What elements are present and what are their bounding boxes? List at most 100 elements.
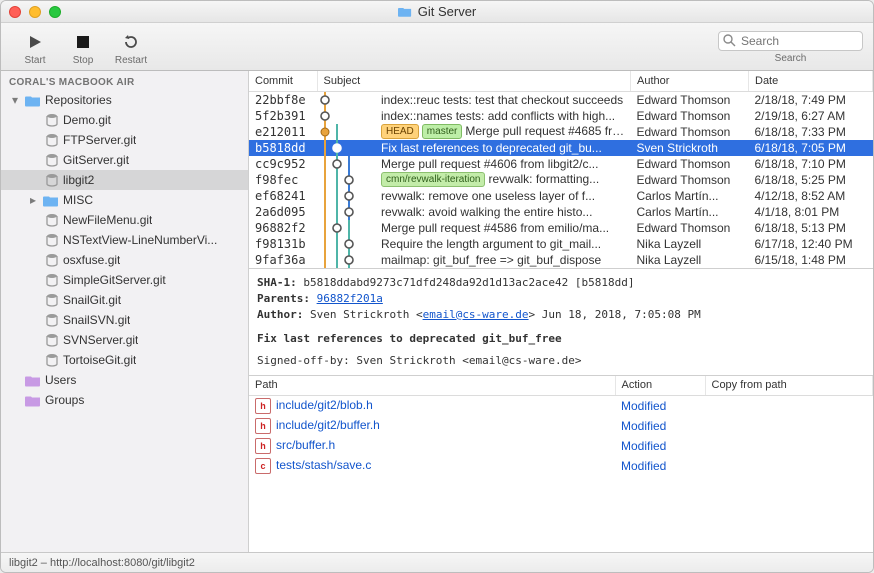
commit-author: Nika Layzell — [631, 252, 749, 268]
table-row[interactable]: 2a6d095revwalk: avoid walking the entire… — [249, 204, 873, 220]
sidebar-item-repo[interactable]: osxfuse.git — [1, 250, 248, 270]
commit-graph — [317, 172, 375, 188]
stop-icon — [76, 30, 90, 54]
table-row[interactable]: 22bbf8eindex::reuc tests: test that chec… — [249, 91, 873, 108]
maximize-button[interactable] — [49, 6, 61, 18]
sidebar[interactable]: CORAL'S MACBOOK AIR ▾ Repositories Demo.… — [1, 71, 249, 552]
sidebar-item-repo[interactable]: FTPServer.git — [1, 130, 248, 150]
sidebar-item-label: NewFileMenu.git — [63, 213, 152, 227]
file-path: hinclude/git2/blob.h — [249, 396, 615, 417]
database-icon — [45, 313, 59, 327]
table-row[interactable]: e212011HEADmasterMerge pull request #468… — [249, 124, 873, 140]
stop-button[interactable]: Stop — [59, 30, 107, 66]
sidebar-item-groups[interactable]: Groups — [1, 390, 248, 410]
table-row[interactable]: hsrc/buffer.hModified — [249, 436, 873, 456]
sidebar-item-repo[interactable]: TortoiseGit.git — [1, 350, 248, 370]
file-path: hsrc/buffer.h — [249, 436, 615, 456]
col-date[interactable]: Date — [749, 71, 873, 91]
col-subject[interactable]: Subject — [317, 71, 631, 91]
chevron-down-icon[interactable]: ▾ — [9, 93, 21, 107]
table-row[interactable]: b5818ddFix last references to deprecated… — [249, 140, 873, 156]
ref-tag: master — [422, 124, 463, 139]
sha-label: SHA-1: — [257, 276, 297, 289]
sidebar-item-label: MISC — [63, 193, 93, 207]
table-row[interactable]: 5f2b391index::names tests: add conflicts… — [249, 108, 873, 124]
sidebar-item-users[interactable]: Users — [1, 370, 248, 390]
commit-date: 6/18/18, 7:33 PM — [749, 124, 873, 140]
folder-icon — [398, 6, 412, 17]
table-row[interactable]: ef68241revwalk: remove one useless layer… — [249, 188, 873, 204]
commit-date: 6/18/18, 5:25 PM — [749, 172, 873, 188]
table-row[interactable]: 9faf36amailmap: git_buf_free => git_buf_… — [249, 252, 873, 268]
search-input[interactable] — [718, 31, 863, 51]
folder-icon — [25, 374, 41, 387]
commit-table[interactable]: Commit Subject Author Date 22bbf8eindex:… — [249, 71, 873, 268]
table-row[interactable]: hinclude/git2/blob.hModified — [249, 396, 873, 417]
sidebar-header: CORAL'S MACBOOK AIR — [1, 71, 248, 90]
table-row[interactable]: ctests/stash/save.cModified — [249, 456, 873, 476]
content: Commit Subject Author Date 22bbf8eindex:… — [249, 71, 873, 552]
file-action: Modified — [615, 396, 705, 417]
commit-graph — [317, 124, 375, 140]
commit-date: 2/19/18, 6:27 AM — [749, 108, 873, 124]
chevron-right-icon[interactable]: ▸ — [27, 193, 39, 207]
sidebar-item-repo[interactable]: NSTextView-LineNumberVi... — [1, 230, 248, 250]
main: CORAL'S MACBOOK AIR ▾ Repositories Demo.… — [1, 71, 873, 552]
commit-hash: 96882f2 — [249, 220, 317, 236]
sidebar-item-repositories[interactable]: ▾ Repositories — [1, 90, 248, 110]
restart-button[interactable]: Restart — [107, 30, 155, 66]
search-group: Search — [718, 31, 863, 64]
sidebar-item-folder[interactable]: ▸ MISC — [1, 190, 248, 210]
database-icon — [45, 133, 59, 147]
table-row[interactable]: f98feccmn/revwalk-iterationrevwalk: form… — [249, 172, 873, 188]
commit-author: Nika Layzell — [631, 236, 749, 252]
folder-icon — [25, 94, 41, 107]
col-path[interactable]: Path — [249, 376, 615, 396]
start-button[interactable]: Start — [11, 30, 59, 66]
restart-label: Restart — [115, 55, 147, 66]
sidebar-item-repo-selected[interactable]: libgit2 — [1, 170, 248, 190]
col-action[interactable]: Action — [615, 376, 705, 396]
commit-subject: revwalk: remove one useless layer of f..… — [375, 188, 631, 204]
table-row[interactable]: f98131bRequire the length argument to gi… — [249, 236, 873, 252]
col-copy[interactable]: Copy from path — [705, 376, 873, 396]
window-title-text: Git Server — [418, 4, 477, 19]
sidebar-item-label: libgit2 — [63, 173, 94, 187]
commit-author: Sven Strickroth — [631, 140, 749, 156]
table-row[interactable]: cc9c952Merge pull request #4606 from lib… — [249, 156, 873, 172]
close-button[interactable] — [9, 6, 21, 18]
window: Git Server Start Stop Restart Search COR… — [0, 0, 874, 573]
sidebar-item-label: SimpleGitServer.git — [63, 273, 166, 287]
table-header-row: Path Action Copy from path — [249, 376, 873, 396]
commit-subject: Fix last references to deprecated git_bu… — [375, 140, 631, 156]
sidebar-item-label: SnailGit.git — [63, 293, 121, 307]
sidebar-item-repo[interactable]: SVNServer.git — [1, 330, 248, 350]
files-table[interactable]: Path Action Copy from path hinclude/git2… — [249, 376, 873, 477]
sidebar-item-repo[interactable]: NewFileMenu.git — [1, 210, 248, 230]
database-icon — [45, 113, 59, 127]
parent-link[interactable]: 96882f201a — [317, 292, 383, 305]
sidebar-item-repo[interactable]: GitServer.git — [1, 150, 248, 170]
sidebar-item-repo[interactable]: SnailSVN.git — [1, 310, 248, 330]
col-author[interactable]: Author — [631, 71, 749, 91]
commit-date: 2/18/18, 7:49 PM — [749, 91, 873, 108]
sidebar-item-repo[interactable]: SimpleGitServer.git — [1, 270, 248, 290]
sidebar-item-repo[interactable]: SnailGit.git — [1, 290, 248, 310]
sidebar-item-label: GitServer.git — [63, 153, 129, 167]
sidebar-item-repo[interactable]: Demo.git — [1, 110, 248, 130]
sidebar-item-label: SnailSVN.git — [63, 313, 130, 327]
table-row[interactable]: 96882f2Merge pull request #4586 from emi… — [249, 220, 873, 236]
commit-graph — [317, 140, 375, 156]
col-commit[interactable]: Commit — [249, 71, 317, 91]
table-row[interactable]: hinclude/git2/buffer.hModified — [249, 416, 873, 436]
author-label: Author: — [257, 308, 303, 321]
commit-hash: f98131b — [249, 236, 317, 252]
table-header-row: Commit Subject Author Date — [249, 71, 873, 91]
minimize-button[interactable] — [29, 6, 41, 18]
sidebar-item-label: FTPServer.git — [63, 133, 136, 147]
commit-subject: mailmap: git_buf_free => git_buf_dispose — [375, 252, 631, 268]
commit-details: SHA-1: b5818ddabd9273c71dfd248da92d1d13a… — [249, 269, 873, 376]
author-email[interactable]: email@cs-ware.de — [423, 308, 529, 321]
branch-tag: cmn/revwalk-iteration — [381, 172, 485, 187]
commit-author: Edward Thomson — [631, 108, 749, 124]
